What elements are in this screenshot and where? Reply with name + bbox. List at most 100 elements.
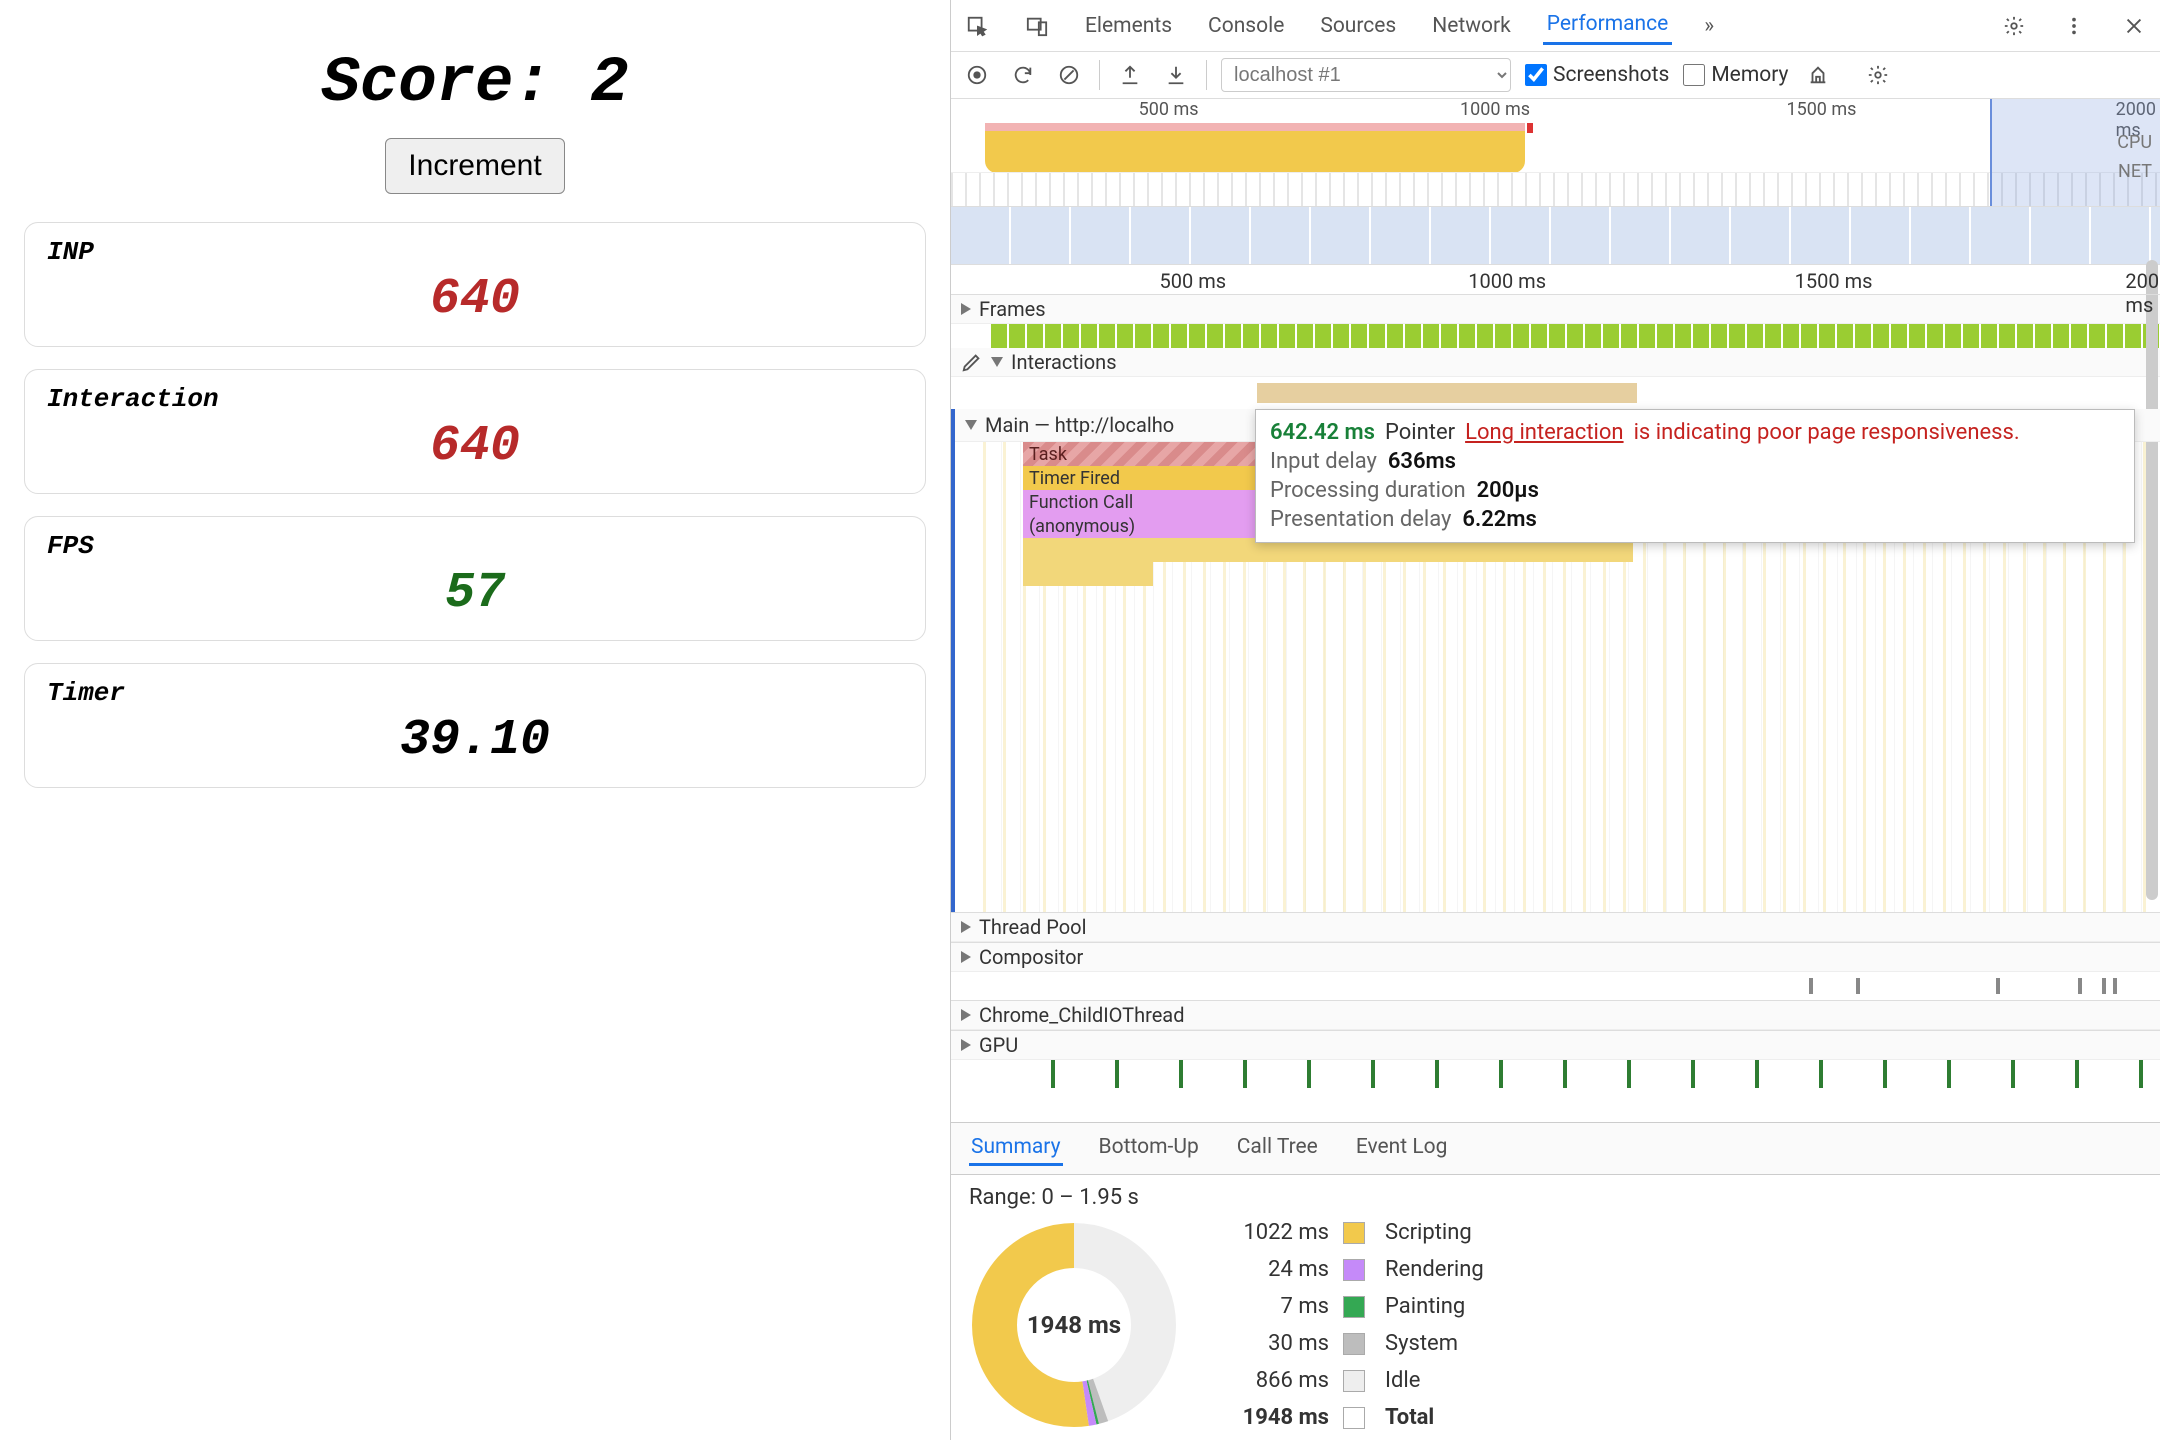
donut-center: 1948 ms (969, 1220, 1179, 1430)
frames-track-header[interactable]: Frames (951, 295, 2160, 324)
app-pane: Score: 2 Increment INP 640 Interaction 6… (0, 0, 950, 1440)
legend-ms: 1022 ms (1219, 1220, 1329, 1245)
devtools-panel: Elements Console Sources Network Perform… (950, 0, 2160, 1440)
net-label: NET (2117, 158, 2152, 187)
legend-label: Total (1385, 1405, 1484, 1430)
swatch-scripting (1343, 1222, 1365, 1244)
interactions-label: Interactions (1011, 350, 1117, 374)
collapsed-tracks: Thread Pool Compositor Chrome_ChildIOThr… (951, 912, 2160, 1088)
legend-label: Painting (1385, 1294, 1484, 1319)
chevron-right-icon (961, 1009, 971, 1021)
flame-ruler[interactable]: 500 ms 1000 ms 1500 ms 2000 ms (951, 265, 2160, 295)
cpu-label: CPU (2117, 129, 2152, 158)
main-thread-section: Main — http://localho Task Timer Fired F… (951, 409, 2160, 912)
chevron-right-icon (961, 921, 971, 933)
tracks: Frames Interactions Main — http://localh… (951, 295, 2160, 1122)
perf-toolbar: localhost #1 Screenshots Memory (951, 52, 2160, 99)
tick: 1500 ms (1795, 269, 1873, 293)
tick: 2000 ms (2125, 269, 2160, 317)
track-gpu[interactable]: GPU (951, 1030, 2160, 1060)
interaction-bar[interactable] (1257, 383, 1637, 403)
tab-console[interactable]: Console (1204, 8, 1288, 44)
card-value: 39.10 (47, 712, 903, 769)
stab-bottomup[interactable]: Bottom-Up (1097, 1131, 1201, 1166)
flame-row-compile[interactable] (1023, 562, 1153, 586)
stab-summary[interactable]: Summary (969, 1131, 1063, 1166)
tooltip-rest: is indicating poor page responsiveness. (1634, 420, 2020, 445)
cpu-activity (985, 123, 1525, 173)
frames-lane[interactable] (991, 324, 2160, 348)
devtools-tabbar: Elements Console Sources Network Perform… (951, 0, 2160, 52)
tabs-more[interactable]: » (1700, 8, 1718, 44)
legend-ms: 1948 ms (1219, 1405, 1329, 1430)
gc-icon[interactable] (1802, 59, 1834, 91)
device-icon[interactable] (1021, 10, 1053, 42)
screenshots-checkbox[interactable]: Screenshots (1525, 63, 1669, 87)
score-heading: Score: 2 (321, 48, 628, 120)
card-label: INP (47, 237, 903, 267)
overview-timeline[interactable]: 500 ms 1000 ms 1500 ms 2000 ms CPU NET (951, 99, 2160, 207)
legend-label: Idle (1385, 1368, 1484, 1393)
overview-labels: CPU NET (2117, 129, 2152, 187)
summary-tabs: Summary Bottom-Up Call Tree Event Log (951, 1122, 2160, 1175)
tooltip-row: Presentation delay 6.22ms (1270, 507, 2120, 532)
inspect-icon[interactable] (961, 10, 993, 42)
chevron-down-icon (965, 420, 977, 430)
swatch-painting (1343, 1296, 1365, 1318)
memory-checkbox[interactable]: Memory (1683, 63, 1788, 87)
screenshot-strip[interactable] (951, 207, 2160, 265)
summary-body: Range: 0 – 1.95 s 1948 ms 1022 msScripti… (951, 1175, 2160, 1440)
tooltip-link[interactable]: Long interaction (1465, 420, 1623, 445)
interactions-track-header[interactable]: Interactions (951, 348, 2160, 377)
chevron-right-icon (961, 951, 971, 963)
long-task-marker (1527, 123, 1533, 133)
tab-sources[interactable]: Sources (1316, 8, 1400, 44)
kebab-icon[interactable] (2058, 10, 2090, 42)
tick: 1500 ms (1786, 99, 1856, 120)
card-timer: Timer 39.10 (24, 663, 926, 788)
target-select[interactable]: localhost #1 (1221, 58, 1511, 92)
download-icon[interactable] (1160, 59, 1192, 91)
stab-calltree[interactable]: Call Tree (1235, 1131, 1320, 1166)
legend-ms: 7 ms (1219, 1294, 1329, 1319)
tooltip-pointer: Pointer (1385, 420, 1455, 445)
track-compositor[interactable]: Compositor (951, 942, 2160, 972)
track-thread-pool[interactable]: Thread Pool (951, 912, 2160, 942)
upload-icon[interactable] (1114, 59, 1146, 91)
gear-icon[interactable] (1998, 10, 2030, 42)
memory-checkbox-input[interactable] (1683, 64, 1705, 86)
reload-icon[interactable] (1007, 59, 1039, 91)
main-label: Main — http://localho (985, 413, 1174, 437)
card-inp: INP 640 (24, 222, 926, 347)
record-icon[interactable] (961, 59, 993, 91)
card-value: 640 (47, 418, 903, 475)
increment-button[interactable]: Increment (385, 138, 564, 194)
swatch-total (1343, 1407, 1365, 1429)
card-interaction: Interaction 640 (24, 369, 926, 494)
score-value: 2 (590, 48, 628, 120)
stab-eventlog[interactable]: Event Log (1354, 1131, 1450, 1166)
track-childio[interactable]: Chrome_ChildIOThread (951, 1000, 2160, 1030)
swatch-rendering (1343, 1259, 1365, 1281)
interactions-lane[interactable] (991, 377, 2160, 409)
card-value: 57 (47, 565, 903, 622)
tab-network[interactable]: Network (1428, 8, 1515, 44)
chevron-right-icon (961, 303, 971, 315)
close-icon[interactable] (2118, 10, 2150, 42)
legend-ms: 24 ms (1219, 1257, 1329, 1282)
net-strip (951, 172, 2160, 206)
compositor-lane[interactable] (991, 972, 2160, 1000)
tab-elements[interactable]: Elements (1081, 8, 1176, 44)
tooltip-row: Input delay 636ms (1270, 449, 2120, 474)
gpu-lane[interactable] (991, 1060, 2160, 1088)
legend-label: Rendering (1385, 1257, 1484, 1282)
screenshots-checkbox-input[interactable] (1525, 64, 1547, 86)
card-value: 640 (47, 271, 903, 328)
tab-performance[interactable]: Performance (1543, 6, 1672, 45)
legend-label: System (1385, 1331, 1484, 1356)
clear-icon[interactable] (1053, 59, 1085, 91)
gear-icon[interactable] (1862, 59, 1894, 91)
interaction-tooltip: 642.42 ms Pointer Long interaction is in… (1255, 409, 2135, 543)
edit-icon (961, 351, 983, 373)
tick: 500 ms (1160, 269, 1227, 293)
